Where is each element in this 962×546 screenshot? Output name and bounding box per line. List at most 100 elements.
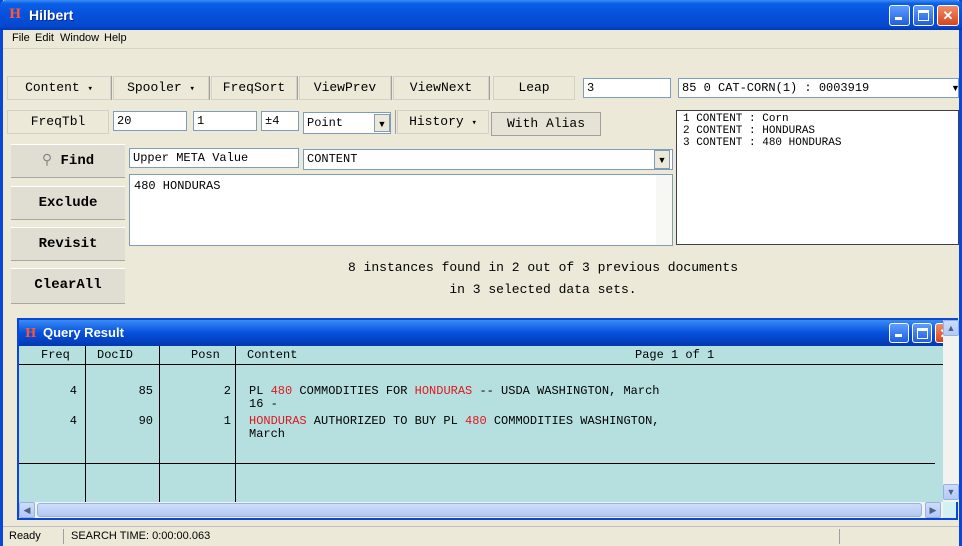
toolbar-divider <box>209 76 210 100</box>
viewprev-button[interactable]: ViewPrev <box>299 76 391 100</box>
summary-line-1: 8 instances found in 2 out of 3 previous… <box>347 260 739 275</box>
history-item[interactable]: 2 CONTENT : HONDURAS <box>683 125 815 137</box>
menu-window[interactable]: Window <box>60 32 99 44</box>
column-divider <box>85 346 86 502</box>
history-item[interactable]: 1 CONTENT : Corn <box>683 113 789 125</box>
document-select-value: 85 0 CAT-CORN(1) : 0003919 <box>682 81 870 95</box>
content-cell-continuation: March <box>249 427 286 441</box>
content-cell: PL 480 COMMODITIES FOR HONDURAS -- USDA … <box>249 384 659 398</box>
with-alias-toggle[interactable]: With Alias <box>491 112 601 136</box>
toolbar-divider <box>391 76 392 100</box>
content-cell-continuation: 16 - <box>249 397 278 411</box>
docid-cell: 85 <box>138 384 153 398</box>
status-ready: Ready <box>9 530 41 542</box>
maximize-icon <box>918 10 929 21</box>
horizontal-scrollbar[interactable]: ◀ ▶ <box>19 502 943 518</box>
content-text: COMMODITIES WASHINGTON, <box>486 414 660 428</box>
minimize-icon <box>895 17 902 20</box>
posn-cell: 2 <box>223 384 231 398</box>
column-header-docid[interactable]: DocID <box>97 348 133 362</box>
clearall-button[interactable]: ClearAll <box>11 268 125 304</box>
range-value: 4 <box>272 114 280 128</box>
app-logo-icon: H <box>9 7 22 22</box>
spooler-menu-button[interactable]: Spooler ▾ <box>113 76 209 100</box>
close-icon: ✕ <box>942 8 954 23</box>
revisit-button[interactable]: Revisit <box>11 227 125 261</box>
point-select-value: Point <box>307 116 344 130</box>
search-icon: ⚲ <box>41 153 53 169</box>
toolbar-divider <box>489 76 490 100</box>
toolbar-divider <box>395 110 396 134</box>
chevron-down-icon[interactable]: ▼ <box>374 114 390 132</box>
minimize-icon <box>895 334 902 337</box>
freqtbl-button[interactable]: FreqTbl <box>7 110 109 134</box>
summary-panel: 8 instances found in 2 out of 3 previous… <box>127 253 959 303</box>
content-cell: HONDURAS AUTHORIZED TO BUY PL 480 COMMOD… <box>249 414 659 428</box>
column-header-posn[interactable]: Posn <box>191 348 220 362</box>
history-list[interactable]: 1 CONTENT : Corn 2 CONTENT : HONDURAS 3 … <box>676 110 959 245</box>
status-divider <box>63 529 64 544</box>
query-result-title: Query Result <box>43 325 124 340</box>
chevron-down-icon: ▾ <box>471 118 477 128</box>
status-bar: Ready SEARCH TIME: 0:00:00.063 <box>3 526 959 546</box>
header-divider <box>19 364 943 365</box>
menu-bar: File Edit Window Help <box>3 30 959 48</box>
chevron-down-icon: ▾ <box>87 84 93 94</box>
query-result-window: H Query Result ✕ Freq DocID Posn Content… <box>17 318 959 520</box>
content-text: -- USDA WASHINGTON, March <box>472 384 660 398</box>
menu-help[interactable]: Help <box>104 32 127 44</box>
chevron-down-icon[interactable]: ▼ <box>943 484 959 500</box>
chevron-left-icon[interactable]: ◀ <box>19 502 35 518</box>
exclude-button[interactable]: Exclude <box>11 186 125 220</box>
scroll-thumb[interactable] <box>37 503 922 517</box>
history-item[interactable]: 3 CONTENT : 480 HONDURAS <box>683 137 841 149</box>
page-indicator: Page 1 of 1 <box>635 348 715 362</box>
maximize-button[interactable] <box>913 5 934 26</box>
position-input[interactable]: 1 <box>193 111 257 131</box>
highlighted-term: 480 <box>270 384 293 398</box>
menu-edit[interactable]: Edit <box>35 32 54 44</box>
highlighted-term: HONDURAS <box>414 384 473 398</box>
maximize-button[interactable] <box>912 323 932 343</box>
history-menu-button[interactable]: History ▾ <box>397 110 489 134</box>
content-menu-button[interactable]: Content ▾ <box>7 76 111 100</box>
query-scrollbar[interactable] <box>656 175 672 245</box>
query-result-title-bar[interactable]: H Query Result ✕ <box>19 320 956 346</box>
freqsort-button[interactable]: FreqSort <box>211 76 297 100</box>
find-button[interactable]: ⚲ Find <box>11 144 125 178</box>
meta-field-select[interactable]: CONTENT <box>303 149 673 170</box>
leap-button[interactable]: Leap <box>493 76 575 100</box>
column-header-content[interactable]: Content <box>247 348 297 362</box>
app-window: H Hilbert ✕ File Edit Window Help Conten… <box>0 0 962 546</box>
chevron-down-icon[interactable]: ▼ <box>951 79 960 97</box>
leap-input[interactable]: 3 <box>583 78 671 98</box>
column-divider <box>159 346 160 502</box>
query-text: 480 HONDURAS <box>134 179 221 193</box>
freq-cell: 4 <box>69 414 77 428</box>
chevron-down-icon[interactable]: ▼ <box>654 150 670 169</box>
viewnext-button[interactable]: ViewNext <box>393 76 489 100</box>
minimize-button[interactable] <box>889 323 909 343</box>
content-text: AUTHORIZED TO BUY PL <box>306 414 466 428</box>
highlighted-term: HONDURAS <box>249 414 307 428</box>
query-textarea[interactable]: 480 HONDURAS <box>129 174 673 246</box>
title-bar[interactable]: H Hilbert ✕ <box>0 0 962 30</box>
freqtbl-input[interactable]: 20 <box>113 111 187 131</box>
history-menu-label: History <box>409 114 464 129</box>
document-select[interactable]: 85 0 CAT-CORN(1) : 0003919 <box>678 78 959 98</box>
chevron-right-icon[interactable]: ▶ <box>925 502 941 518</box>
vertical-scrollbar[interactable]: ▲ ▼ <box>943 320 959 502</box>
toolbar-divider <box>111 76 112 100</box>
content-text: PL <box>249 384 271 398</box>
window-title: Hilbert <box>29 7 74 23</box>
chevron-up-icon[interactable]: ▲ <box>943 320 959 336</box>
minimize-button[interactable] <box>889 5 910 26</box>
app-logo-icon: H <box>25 326 37 340</box>
menu-file[interactable]: File <box>12 32 30 44</box>
freq-cell: 4 <box>69 384 77 398</box>
column-header-freq[interactable]: Freq <box>41 348 70 362</box>
range-input[interactable]: ±4 <box>261 111 299 131</box>
posn-cell: 1 <box>223 414 231 428</box>
spooler-menu-label: Spooler <box>127 80 182 95</box>
close-button[interactable]: ✕ <box>937 5 959 26</box>
